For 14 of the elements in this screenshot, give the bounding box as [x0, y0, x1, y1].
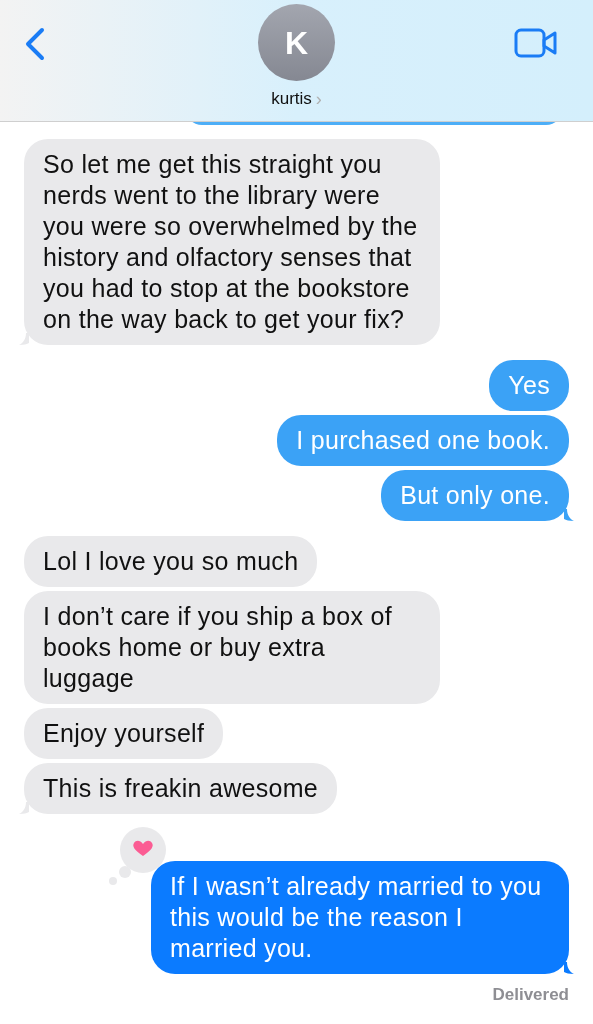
contact-name[interactable]: kurtis [271, 86, 312, 112]
chevron-icon: › [315, 89, 322, 108]
message-bubble: But only one. [381, 470, 569, 521]
back-icon[interactable] [24, 27, 46, 61]
message-bubble: Enjoy yourself [24, 708, 224, 759]
message-bubble: Lol I love you so much [24, 536, 318, 587]
message-bubble: If I wasn’t already married to you this would be the reason I married you. [151, 861, 569, 974]
message-bubble: Yes [489, 360, 569, 411]
message-bubble: So let me get this straight you nerds went to the library were you were so overwhelmed by the history and olfactory senses that you had to stop at the bookstore on the way back to get your fix? [24, 139, 440, 345]
message-bubble: I purchased one book. [277, 415, 569, 466]
video-call-icon[interactable] [514, 28, 558, 58]
message-bubble: I don’t care if you ship a box of books home or buy extra luggage [24, 591, 440, 704]
message-bubble: This is freakin awesome [24, 763, 338, 814]
delivery-status: Delivered [492, 984, 569, 1006]
